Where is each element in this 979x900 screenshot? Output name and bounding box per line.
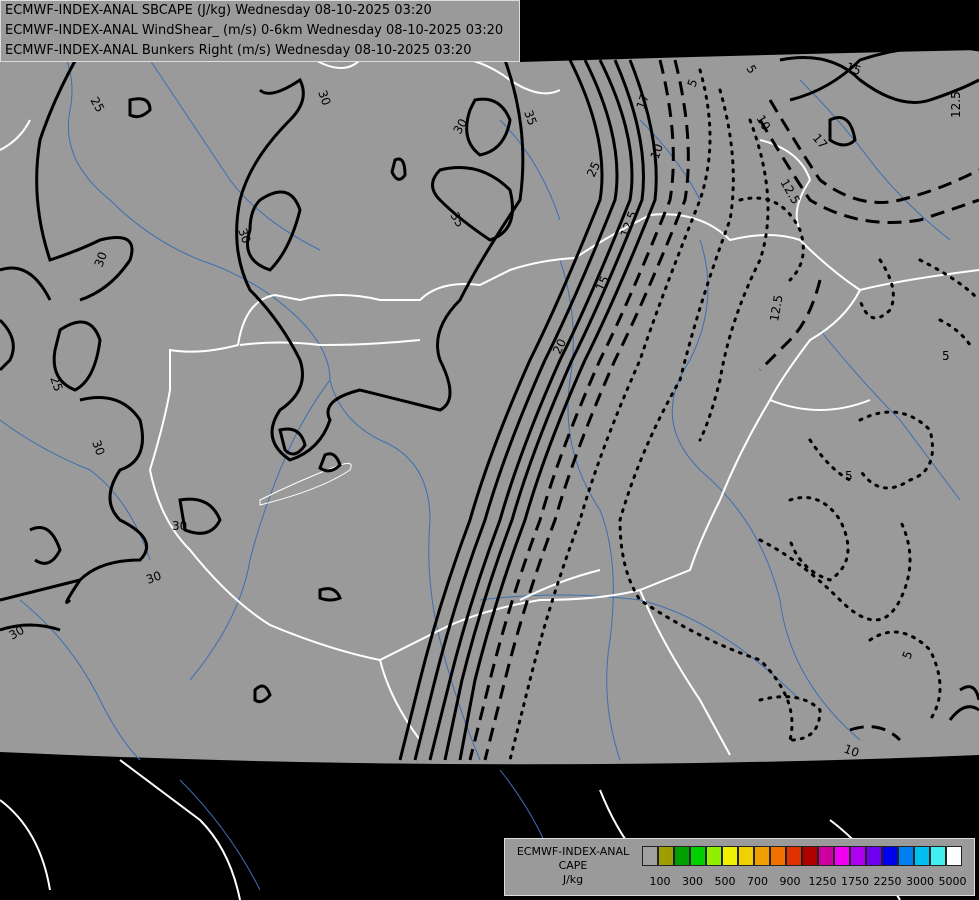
legend-source: ECMWF-INDEX-ANAL: [516, 845, 630, 858]
legend-tick-label: 2250: [873, 875, 902, 888]
legend-unit: J/kg: [562, 873, 584, 886]
legend-swatch: [946, 846, 962, 866]
legend-swatch: [658, 846, 674, 866]
contour-label: 5: [942, 349, 950, 363]
weather-map: 25 30 30 35 35 30 30 25 30 30 30 30 25 2…: [0, 0, 979, 900]
legend-swatch: [882, 846, 898, 866]
legend-tick-label: 900: [779, 875, 801, 888]
legend-swatch: [866, 846, 882, 866]
legend-swatch: [786, 846, 802, 866]
legend-tick-label: 100: [649, 875, 671, 888]
contour-label: 5: [845, 469, 853, 483]
contour-label: 30: [172, 519, 187, 533]
legend-swatch: [914, 846, 930, 866]
legend-tick-label: 1750: [841, 875, 869, 888]
legend-tick-label: 700: [747, 875, 768, 888]
legend-tick-label: 300: [682, 875, 703, 888]
legend-swatch: [898, 846, 914, 866]
legend-ticks: 100 300 500 700 900 1250 1750 2250 3000 5000: [642, 875, 972, 889]
map-title-box: ECMWF-INDEX-ANAL SBCAPE (J/kg) Wednesday…: [0, 0, 520, 62]
title-line-cape: ECMWF-INDEX-ANAL SBCAPE (J/kg) Wednesday…: [5, 3, 432, 18]
legend-swatch: [834, 846, 850, 866]
legend-swatch: [722, 846, 738, 866]
legend-swatch: [818, 846, 834, 866]
legend-swatch: [706, 846, 722, 866]
legend-swatch: [642, 846, 658, 866]
legend-swatch: [770, 846, 786, 866]
legend-tick-label: 5000: [938, 875, 967, 888]
legend-tick-label: 500: [714, 875, 736, 888]
title-line-bunkers: ECMWF-INDEX-ANAL Bunkers Right (m/s) Wed…: [5, 43, 472, 58]
legend-swatch: [738, 846, 754, 866]
legend-swatch: [802, 846, 818, 866]
contour-label: 12.5: [949, 91, 963, 118]
color-legend: ECMWF-INDEX-ANAL CAPE J/kg 100 300 500 700 9…: [504, 838, 975, 896]
legend-title: ECMWF-INDEX-ANAL CAPE J/kg: [509, 845, 637, 887]
legend-swatch: [850, 846, 866, 866]
legend-swatch: [690, 846, 706, 866]
legend-swatch: [754, 846, 770, 866]
title-line-windshear: ECMWF-INDEX-ANAL WindShear_ (m/s) 0-6km …: [5, 23, 504, 38]
legend-swatch: [930, 846, 946, 866]
legend-tick-label: 3000: [906, 875, 934, 888]
legend-swatches: [642, 846, 962, 866]
legend-variable: CAPE: [558, 859, 588, 872]
legend-tick-label: 1250: [808, 875, 837, 888]
legend-swatch: [674, 846, 690, 866]
